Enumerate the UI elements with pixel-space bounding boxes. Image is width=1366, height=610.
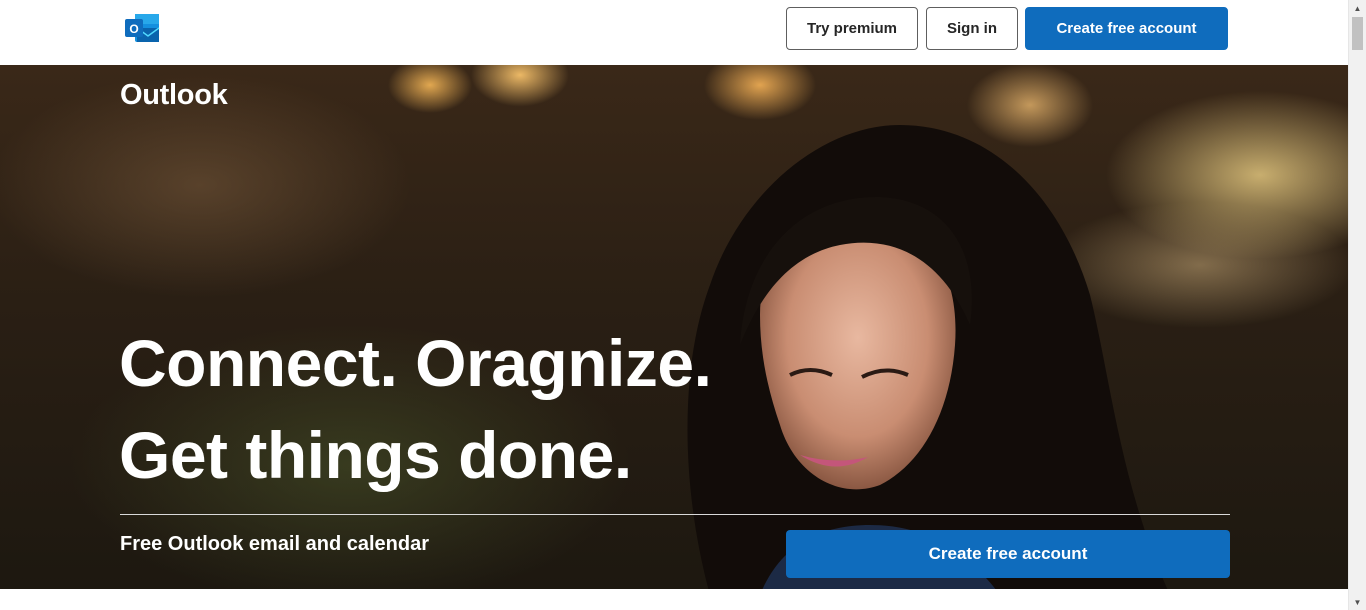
headline-line-2: Get things done. <box>119 418 632 492</box>
hero-subtitle: Free Outlook email and calendar <box>120 533 429 555</box>
hero-create-free-account-button[interactable]: Create free account <box>786 530 1230 578</box>
logo-letter: O <box>129 22 138 36</box>
vertical-scrollbar[interactable]: ▲ ▼ <box>1348 0 1366 610</box>
hero-divider <box>120 514 1230 515</box>
hero-brand-title: Outlook <box>120 79 228 111</box>
outlook-logo-icon[interactable]: O <box>123 12 161 45</box>
scroll-thumb[interactable] <box>1352 17 1363 50</box>
scroll-up-arrow-icon[interactable]: ▲ <box>1349 0 1366 16</box>
try-premium-button[interactable]: Try premium <box>786 7 918 50</box>
site-header: O Try premium Sign in Create free accoun… <box>0 0 1348 65</box>
sign-in-button[interactable]: Sign in <box>926 7 1018 50</box>
create-free-account-button[interactable]: Create free account <box>1025 7 1228 50</box>
hero-photo <box>687 125 1168 589</box>
scroll-down-arrow-icon[interactable]: ▼ <box>1349 594 1366 610</box>
headline-line-1: Connect. Oragnize. <box>119 326 712 400</box>
hero-section: Outlook Connect. Oragnize. Get things do… <box>0 65 1348 589</box>
